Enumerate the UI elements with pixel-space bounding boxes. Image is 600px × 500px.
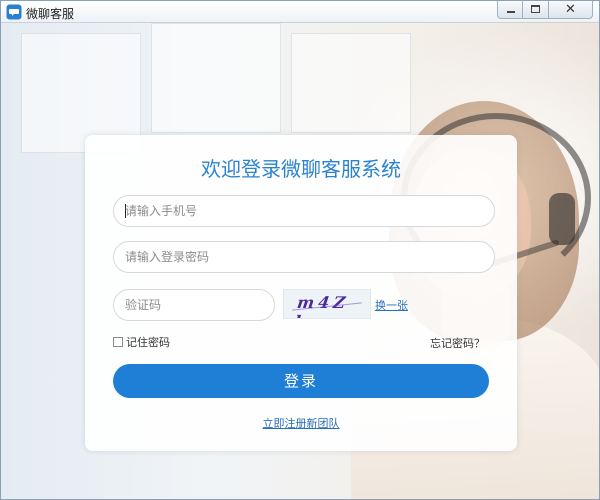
phone-field[interactable] — [113, 195, 495, 227]
captcha-image[interactable]: m4Z b — [283, 289, 371, 319]
minimize-button[interactable] — [497, 1, 523, 19]
login-button[interactable]: 登录 — [113, 364, 489, 398]
captcha-input[interactable] — [125, 290, 263, 320]
login-heading: 欢迎登录微聊客服系统 — [201, 157, 401, 181]
background-window-pane — [291, 33, 411, 133]
window-title: 微聊客服 — [26, 7, 75, 21]
minimize-icon — [507, 11, 515, 13]
background-window-pane — [151, 23, 281, 133]
refresh-captcha-link[interactable]: 换一张 — [375, 297, 408, 313]
forgot-password-link[interactable]: 忘记密码？ — [430, 335, 485, 351]
remember-checkbox[interactable] — [113, 337, 123, 347]
remember-label: 记住密码 — [126, 336, 170, 349]
password-field[interactable] — [113, 241, 495, 273]
captcha-field[interactable] — [113, 289, 275, 321]
login-card: 欢迎登录微聊客服系统 m4Z b 换一张 记住密码 忘记密码？ 登录 立即注册新… — [85, 135, 517, 451]
title-bar[interactable]: 微聊客服 ✕ — [1, 1, 599, 23]
close-icon: ✕ — [565, 2, 576, 17]
register-team-link[interactable]: 立即注册新团队 — [85, 415, 517, 431]
close-button[interactable]: ✕ — [549, 1, 593, 19]
phone-input[interactable] — [125, 196, 483, 226]
app-window: 微聊客服 ✕ 欢迎登录微聊客服系统 请输入手机号 验证码 m4Z 换一张 记住密… — [0, 0, 600, 500]
password-input[interactable] — [125, 242, 483, 272]
maximize-button[interactable] — [523, 1, 549, 19]
maximize-icon — [531, 5, 540, 13]
remember-password[interactable]: 记住密码 — [113, 335, 170, 349]
chat-bubble-icon — [6, 4, 22, 20]
window-controls: ✕ — [497, 1, 593, 21]
